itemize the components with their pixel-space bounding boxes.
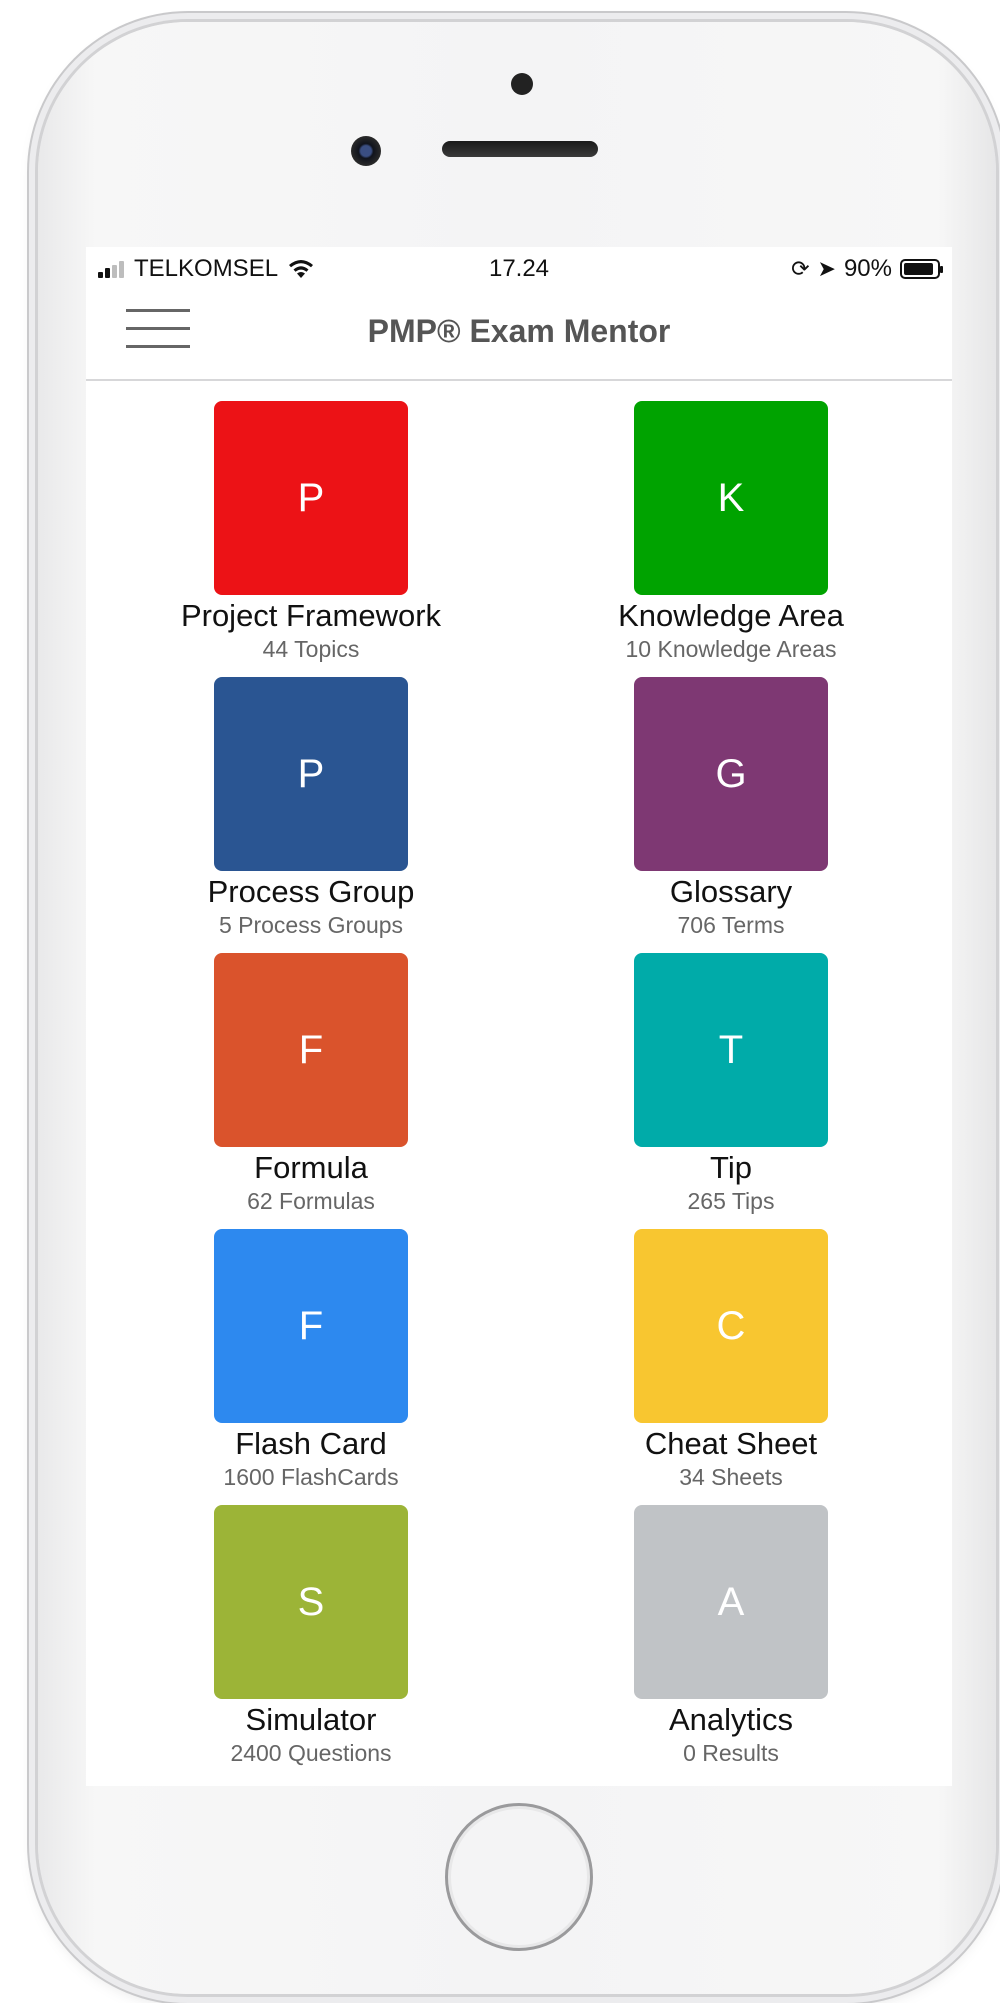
module-tile-icon: G <box>634 677 828 871</box>
module-tile[interactable]: A Analytics 0 Results <box>574 1487 874 1766</box>
module-tile-label: Glossary <box>669 874 793 909</box>
home-button[interactable] <box>445 1803 593 1951</box>
module-tile-label: Project Framework <box>180 598 442 633</box>
module-tile-count: 0 Results <box>683 1740 779 1766</box>
module-tile-label: Analytics <box>668 1702 794 1737</box>
module-tile[interactable]: P Process Group 5 Process Groups <box>154 659 454 938</box>
module-tile-label: Formula <box>254 1150 368 1185</box>
module-tile-label: Cheat Sheet <box>644 1426 818 1461</box>
module-tile-icon: F <box>214 1229 408 1423</box>
status-bar: TELKOMSEL 17.24 ⟳ ➤ 90% <box>86 247 952 287</box>
battery-icon <box>900 259 943 279</box>
module-tile[interactable]: P Project Framework 44 Topics <box>154 383 454 662</box>
module-tile[interactable]: S Simulator 2400 Questions <box>154 1487 454 1766</box>
module-tile[interactable]: T Tip 265 Tips <box>574 935 874 1214</box>
navigation-bar: PMP® Exam Mentor <box>86 287 952 381</box>
module-tile-icon: P <box>214 677 408 871</box>
module-tile-label: Simulator <box>245 1702 377 1737</box>
module-tile-label: Knowledge Area <box>618 598 844 633</box>
screen: TELKOMSEL 17.24 ⟳ ➤ 90% PMP® Exam Mentor… <box>86 247 952 1786</box>
module-tile[interactable]: F Formula 62 Formulas <box>154 935 454 1214</box>
module-tile-label: Flash Card <box>235 1426 387 1461</box>
module-tile[interactable]: F Flash Card 1600 FlashCards <box>154 1211 454 1490</box>
orientation-lock-icon: ⟳ <box>791 256 810 281</box>
module-tile-icon: A <box>634 1505 828 1699</box>
module-tile-icon: P <box>214 401 408 595</box>
battery-percent: 90% <box>843 255 892 282</box>
module-tile-icon: S <box>214 1505 408 1699</box>
module-tile-icon: C <box>634 1229 828 1423</box>
module-tile[interactable]: G Glossary 706 Terms <box>574 659 874 938</box>
module-tile[interactable]: C Cheat Sheet 34 Sheets <box>574 1211 874 1490</box>
location-arrow-icon: ➤ <box>817 256 836 281</box>
module-tile-count: 2400 Questions <box>230 1740 392 1766</box>
status-indicators: ⟳ ➤ 90% <box>791 255 943 283</box>
proximity-sensor <box>511 73 533 95</box>
module-tile-label: Process Group <box>207 874 415 909</box>
page-title: PMP® Exam Mentor <box>367 313 671 349</box>
module-tile[interactable]: K Knowledge Area 10 Knowledge Areas <box>574 383 874 662</box>
module-tile-icon: T <box>634 953 828 1147</box>
module-tile-label: Tip <box>710 1150 752 1185</box>
module-tile-icon: K <box>634 401 828 595</box>
stage: TELKOMSEL 17.24 ⟳ ➤ 90% PMP® Exam Mentor… <box>0 0 1000 2003</box>
battery-fill <box>904 263 933 275</box>
front-camera <box>351 136 381 166</box>
module-tile-icon: F <box>214 953 408 1147</box>
earpiece-speaker <box>442 141 598 157</box>
